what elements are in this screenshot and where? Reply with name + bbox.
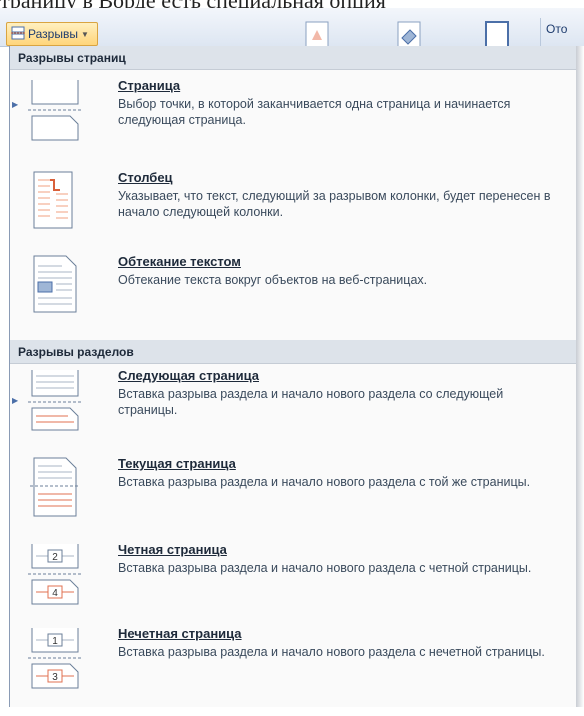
menu-item-description: Указывает, что текст, следующий за разры… bbox=[118, 189, 551, 219]
even-page-section-icon: 2 4 bbox=[26, 542, 84, 606]
page-number-label: 1 bbox=[52, 636, 58, 647]
menu-item-next-page[interactable]: ▶ Следующая страница Вставка разрыва раз… bbox=[10, 368, 577, 458]
menu-item-description: Выбор точки, в которой заканчивается одн… bbox=[118, 97, 511, 127]
page-number-label: 2 bbox=[52, 552, 58, 563]
column-break-icon bbox=[26, 170, 84, 234]
menu-item-description: Вставка разрыва раздела и начало нового … bbox=[118, 387, 504, 417]
pointer-icon: ▶ bbox=[12, 100, 19, 109]
menu-item-continuous[interactable]: Текущая страница Вставка разрыва раздела… bbox=[10, 456, 577, 546]
menu-item-page-break[interactable]: ▶ Страница Выбор точки, в которой заканч… bbox=[10, 78, 577, 168]
continuous-section-icon bbox=[26, 456, 84, 520]
pointer-icon: ▶ bbox=[12, 396, 19, 405]
page-breaks-icon bbox=[11, 26, 25, 43]
menu-item-even-page[interactable]: 2 4 Четная страница Вставка разрыва разд… bbox=[10, 542, 577, 632]
menu-item-description: Обтекание текста вокруг объектов на веб-… bbox=[118, 273, 428, 287]
menu-item-description: Вставка разрыва раздела и начало нового … bbox=[118, 475, 531, 489]
odd-page-section-icon: 1 3 bbox=[26, 626, 84, 690]
breaks-label: Разрывы bbox=[28, 27, 78, 41]
menu-item-title: Страница bbox=[118, 78, 181, 93]
menu-item-description: Вставка разрыва раздела и начало нового … bbox=[118, 561, 532, 575]
menu-item-title: Нечетная страница bbox=[118, 626, 242, 641]
menu-item-description: Вставка разрыва раздела и начало нового … bbox=[118, 645, 545, 659]
menu-item-text-wrapping[interactable]: Обтекание текстом Обтекание текста вокру… bbox=[10, 254, 577, 344]
page-number-label: 3 bbox=[52, 672, 58, 683]
section-breaks-header: Разрывы разделов bbox=[10, 340, 577, 364]
page-breaks-header: Разрывы страниц bbox=[10, 46, 577, 70]
menu-item-title: Столбец bbox=[118, 170, 173, 185]
page-number-label: 4 bbox=[52, 588, 58, 599]
page-break-icon bbox=[26, 78, 84, 142]
menu-item-title: Обтекание текстом bbox=[118, 254, 241, 269]
menu-shadow bbox=[576, 46, 584, 707]
breaks-dropdown-button[interactable]: Разрывы ▼ bbox=[6, 22, 98, 46]
menu-item-title: Текущая страница bbox=[118, 456, 236, 471]
menu-item-column-break[interactable]: Столбец Указывает, что текст, следующий … bbox=[10, 170, 577, 260]
ribbon: Разрывы ▼ Ото bbox=[0, 8, 584, 50]
breaks-dropdown-menu: Разрывы страниц ▶ Страница Выбор точки, … bbox=[9, 46, 578, 707]
ribbon-partial-label: Ото bbox=[546, 22, 568, 36]
menu-item-odd-page[interactable]: 1 3 Нечетная страница Вставка разрыва ра… bbox=[10, 626, 577, 716]
next-page-section-icon bbox=[26, 368, 84, 432]
menu-item-title: Четная страница bbox=[118, 542, 227, 557]
chevron-down-icon: ▼ bbox=[80, 29, 89, 39]
menu-item-title: Следующая страница bbox=[118, 368, 259, 383]
text-wrapping-icon bbox=[26, 254, 84, 318]
